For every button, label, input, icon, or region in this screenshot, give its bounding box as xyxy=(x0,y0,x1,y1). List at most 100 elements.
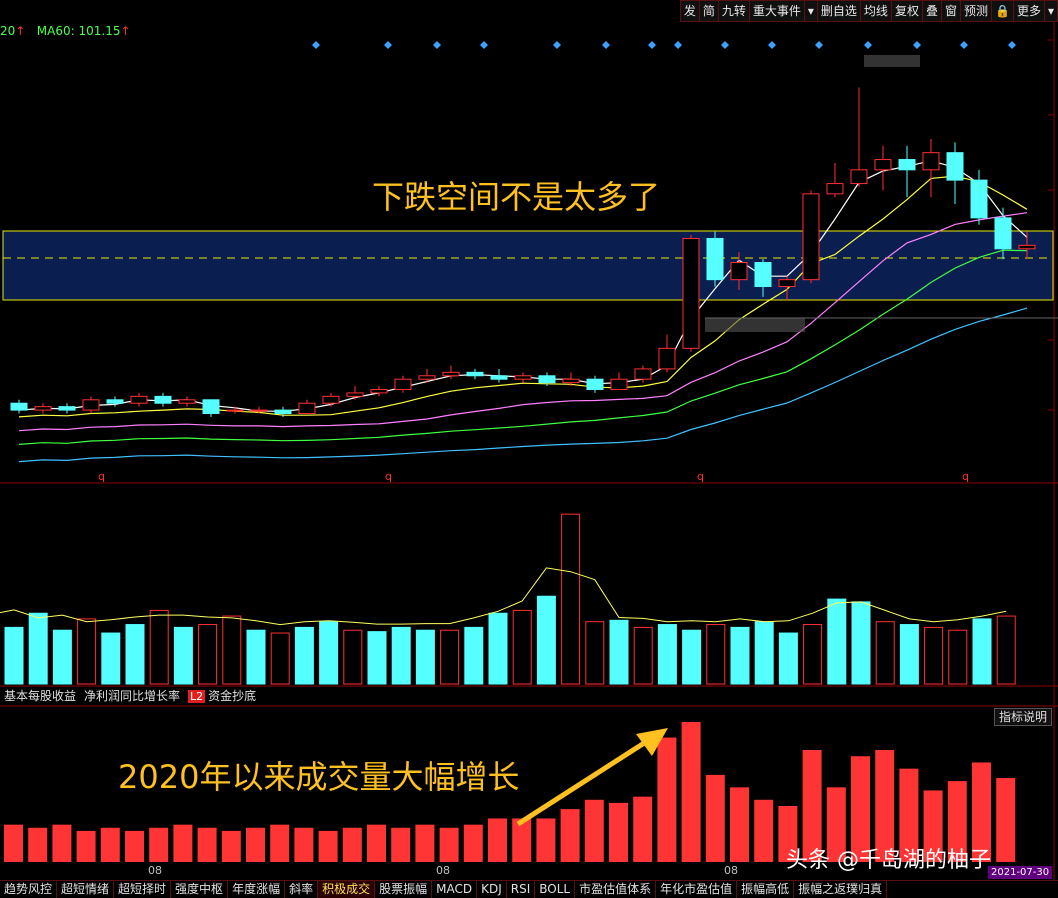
event-diamond-marker xyxy=(312,41,320,49)
candle-body xyxy=(946,152,964,181)
volume-bar xyxy=(440,629,460,685)
x-axis-label: 08 xyxy=(436,864,450,877)
toolbar-more-dropdown-icon[interactable]: ▾ xyxy=(1043,0,1058,22)
tab-macd[interactable]: MACD xyxy=(432,881,478,898)
tab-slope[interactable]: 斜率 xyxy=(285,881,319,898)
candle-body xyxy=(202,399,220,415)
lock-icon[interactable]: 🔒 xyxy=(991,0,1013,22)
candle-body xyxy=(850,169,868,185)
volume-bar xyxy=(536,595,556,685)
tab-profit-growth[interactable]: 净利润同比增长率 xyxy=(80,688,184,706)
event-diamond-marker xyxy=(674,41,682,49)
up-arrow-icon: ↑ xyxy=(120,24,131,38)
event-diamond-marker xyxy=(433,41,441,49)
active-volume-bar xyxy=(100,827,120,862)
toolbar-moving-average-button[interactable]: 均线 xyxy=(859,0,891,22)
price-annotation: 下跌空间不是太多了 xyxy=(372,178,661,216)
toolbar-overlay-button[interactable]: 叠 xyxy=(921,0,941,22)
active-volume-bar xyxy=(705,774,725,862)
candle-body xyxy=(898,159,916,171)
toolbar-remove-favorite-button[interactable]: 删自选 xyxy=(816,0,860,22)
tab-strength-pivot[interactable]: 强度中枢 xyxy=(171,881,229,898)
volume-bar xyxy=(343,629,363,685)
active-volume-bar xyxy=(173,824,193,862)
indicator-help-button[interactable]: 指标说明 xyxy=(993,708,1052,726)
candle-body xyxy=(418,375,436,380)
active-volume-bar xyxy=(28,827,48,862)
volume-bar xyxy=(996,615,1016,685)
toolbar-events-dropdown-icon[interactable]: ▾ xyxy=(803,0,817,22)
volume-bar xyxy=(149,609,169,685)
volume-bar xyxy=(52,629,72,685)
active-volume-bar xyxy=(488,818,507,862)
active-volume-bar xyxy=(367,824,386,862)
event-diamond-marker xyxy=(864,41,872,49)
toolbar-window-button[interactable]: 窗 xyxy=(940,0,960,22)
volume-bar xyxy=(28,612,48,685)
active-volume-bar xyxy=(657,737,677,862)
tab-annualized-pe[interactable]: 年化市盈估值 xyxy=(656,881,738,898)
candle-body xyxy=(82,399,100,411)
top-toolbar: 发 简 九转 重大事件 ▾ 删自选 均线 复权 叠 窗 预测 🔒 更多 ▾ xyxy=(679,0,1058,22)
candle-body xyxy=(322,395,340,404)
candle-body xyxy=(706,237,724,281)
active-volume-bar xyxy=(270,824,290,862)
volume-bar xyxy=(464,626,484,685)
volume-bar xyxy=(682,629,702,685)
tab-amplitude-high-low[interactable]: 振幅高低 xyxy=(737,881,795,898)
tab-rsi[interactable]: RSI xyxy=(507,881,536,898)
tab-trend-risk[interactable]: 趋势风控 xyxy=(0,881,58,898)
tab-fund-bottom[interactable]: L2 资金抄底 xyxy=(184,688,260,706)
volume-bar xyxy=(875,621,895,685)
candle-body xyxy=(658,347,676,370)
volume-bar xyxy=(294,626,314,685)
active-volume-bar xyxy=(294,827,314,862)
candle-body xyxy=(58,406,76,411)
indicator-tab-strip: 基本每股收益 净利润同比增长率 L2 资金抄底 xyxy=(0,688,260,706)
volume-bar xyxy=(246,629,266,685)
toolbar-major-events-button[interactable]: 重大事件 xyxy=(748,0,804,22)
volume-bar xyxy=(319,621,339,685)
event-diamond-marker xyxy=(721,41,729,49)
candle-body xyxy=(394,378,412,390)
toolbar-forecast-button[interactable]: 预测 xyxy=(959,0,991,22)
toolbar-nine-turn-button[interactable]: 九转 xyxy=(717,0,749,22)
active-volume-bar xyxy=(439,827,459,862)
event-diamond-marker xyxy=(648,41,656,49)
volume-bar xyxy=(4,626,24,685)
toolbar-more-button[interactable]: 更多 xyxy=(1012,0,1044,22)
toolbar-restore-rights-button[interactable]: 复权 xyxy=(890,0,922,22)
volume-bar xyxy=(754,621,774,685)
candle-body xyxy=(730,262,748,281)
active-volume-bar xyxy=(681,722,701,862)
volume-bar xyxy=(77,618,97,685)
candle-body xyxy=(826,183,844,195)
tab-boll[interactable]: BOLL xyxy=(535,881,576,898)
candle-body xyxy=(250,409,268,412)
active-volume-bar xyxy=(318,830,338,862)
candle-body xyxy=(106,399,124,404)
toolbar-simple-button[interactable]: 简 xyxy=(698,0,718,22)
active-volume-bar xyxy=(149,827,169,862)
q-marker: q xyxy=(697,470,704,483)
tab-active-volume[interactable]: 积极成交 xyxy=(318,881,376,898)
tab-amplitude-simple[interactable]: 振幅之返璞归真 xyxy=(794,881,888,898)
event-diamond-marker xyxy=(960,41,968,49)
tab-stock-amplitude[interactable]: 股票振幅 xyxy=(375,881,433,898)
volume-bar xyxy=(367,631,387,685)
volume-bar xyxy=(222,615,242,685)
tab-eps[interactable]: 基本每股收益 xyxy=(0,688,80,706)
tab-annual-gain[interactable]: 年度涨幅 xyxy=(228,881,286,898)
tab-kdj[interactable]: KDJ xyxy=(477,881,507,898)
tab-ultra-short-timing[interactable]: 超短择时 xyxy=(114,881,172,898)
candle-body xyxy=(514,375,532,380)
volume-bar xyxy=(899,624,919,685)
candle-body xyxy=(802,193,820,281)
tab-ultra-short-sentiment[interactable]: 超短情绪 xyxy=(57,881,115,898)
volume-bar xyxy=(609,619,629,685)
tab-pe-valuation[interactable]: 市盈估值体系 xyxy=(575,881,657,898)
active-volume-bar xyxy=(52,824,72,862)
toolbar-publish-button[interactable]: 发 xyxy=(679,0,699,22)
event-diamond-marker xyxy=(815,41,823,49)
candle-body xyxy=(442,371,460,377)
